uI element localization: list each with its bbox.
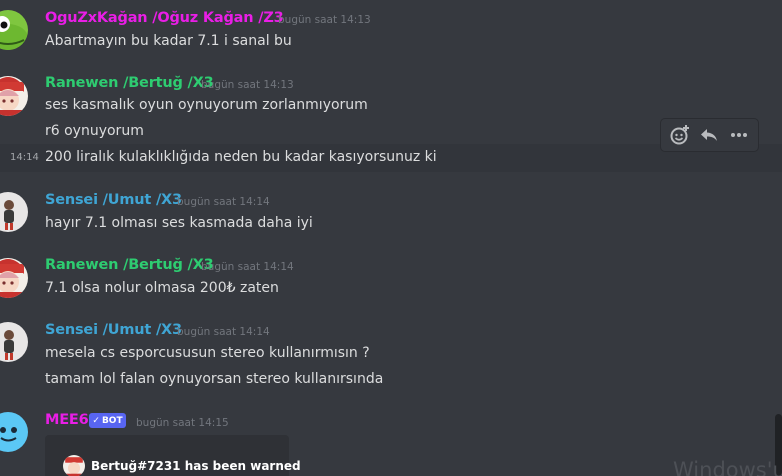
add-reaction-icon[interactable]: [667, 122, 693, 148]
timestamp: bugün saat 14:13: [278, 14, 371, 26]
bot-tag: ✓ BOT: [89, 413, 126, 428]
frog-avatar[interactable]: [0, 10, 28, 50]
message-text: ses kasmalık oyun oynuyorum zorlanmıyoru…: [45, 97, 368, 113]
activation-watermark: Windows'u E: [673, 458, 782, 476]
chat-messages: 14:14 OguZxKağan /Oğuz Kağan /Z3 bugün s…: [0, 0, 782, 476]
person-avatar[interactable]: [0, 322, 28, 362]
username[interactable]: Sensei /Umut /X3: [45, 322, 182, 338]
bot-tag-label: BOT: [101, 415, 123, 426]
message-text: Abartmayın bu kadar 7.1 i sanal bu: [45, 33, 292, 49]
timestamp: bugün saat 14:14: [201, 261, 294, 273]
username[interactable]: Sensei /Umut /X3: [45, 192, 182, 208]
message-text: 7.1 olsa nolur olmasa 200₺ zaten: [45, 280, 279, 296]
timestamp: bugün saat 14:15: [136, 417, 229, 429]
anime-avatar[interactable]: [0, 76, 28, 116]
message-text: hayır 7.1 olması ses kasmada daha iyi: [45, 215, 313, 231]
timestamp: bugün saat 14:14: [177, 196, 270, 208]
embed-author-name[interactable]: Bertuğ#7231 has been warned: [91, 459, 301, 473]
username[interactable]: Ranewen /Bertuğ /X3: [45, 257, 214, 273]
message-toolbar: [660, 118, 759, 152]
reply-icon[interactable]: [696, 122, 722, 148]
username[interactable]: OguZxKağan /Oğuz Kağan /Z3: [45, 10, 284, 26]
username[interactable]: MEE6: [45, 412, 89, 428]
anime-avatar[interactable]: [0, 258, 28, 298]
checkmark-icon: ✓: [92, 415, 100, 426]
mee6-avatar[interactable]: [0, 412, 28, 452]
hover-timestamp: 14:14: [10, 152, 39, 163]
timestamp: bugün saat 14:13: [201, 79, 294, 91]
message-text: r6 oynuyorum: [45, 123, 144, 139]
timestamp: bugün saat 14:14: [177, 326, 270, 338]
person-avatar[interactable]: [0, 192, 28, 232]
username[interactable]: Ranewen /Bertuğ /X3: [45, 75, 214, 91]
more-icon[interactable]: [726, 122, 752, 148]
embed-author-avatar: [63, 455, 85, 476]
embed-author: Bertuğ#7231 has been warned: [63, 455, 301, 476]
message-text: 200 liralık kulaklıklığıda neden bu kada…: [45, 149, 437, 165]
message-text: tamam lol falan oynuyorsan stereo kullan…: [45, 371, 384, 387]
message-text: mesela cs esporcususun stereo kullanırmı…: [45, 345, 370, 361]
